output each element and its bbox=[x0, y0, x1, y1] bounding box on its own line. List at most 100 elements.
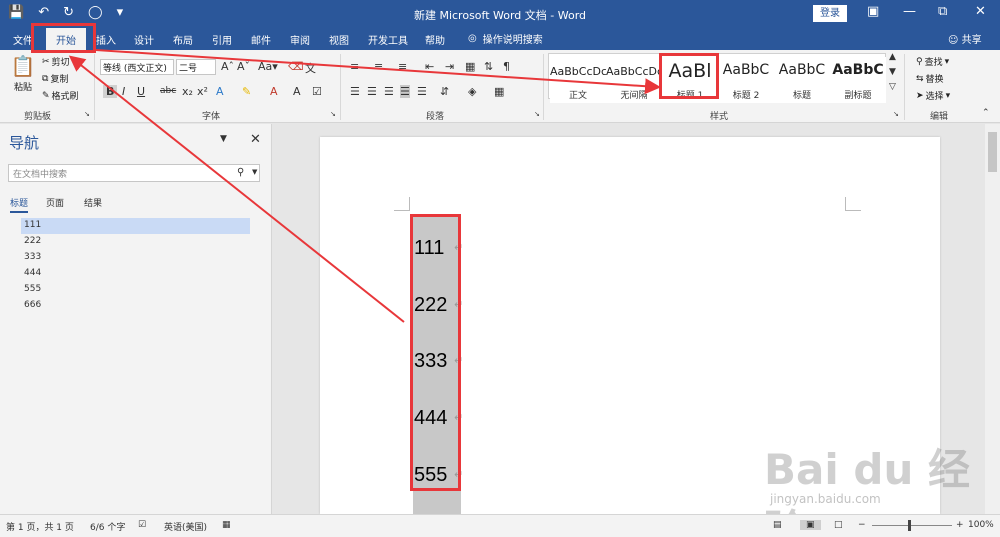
increase-indent-icon[interactable]: ⇥ bbox=[445, 60, 454, 73]
font-name-combo[interactable]: 等线 (西文正文) bbox=[100, 59, 174, 75]
zoom-slider-thumb[interactable] bbox=[908, 520, 911, 531]
grow-font-icon[interactable]: Aˆ bbox=[221, 60, 234, 73]
styles-more-icon[interactable]: ▽ bbox=[889, 82, 896, 92]
italic-icon[interactable]: I bbox=[122, 85, 125, 98]
char-shading-icon[interactable]: A bbox=[293, 85, 301, 98]
bold-icon[interactable]: B bbox=[103, 85, 118, 98]
cut-button[interactable]: ✂ 剪切 bbox=[42, 55, 70, 69]
style-name: 标题 bbox=[792, 91, 811, 101]
show-marks-icon[interactable]: ¶ bbox=[503, 60, 510, 73]
style-title[interactable]: AaBbC 标题 bbox=[774, 57, 830, 103]
sort-icon[interactable]: ⇅ bbox=[484, 60, 493, 73]
superscript-icon[interactable]: x² bbox=[197, 85, 208, 98]
line-spacing-icon[interactable]: ⇵ bbox=[440, 85, 449, 98]
distributed-icon[interactable]: ☰ bbox=[417, 85, 427, 98]
justify-icon[interactable]: ☰ bbox=[400, 85, 410, 98]
tab-view[interactable]: 视图 bbox=[329, 32, 349, 47]
minimize-icon[interactable]: — bbox=[903, 4, 916, 19]
align-right-icon[interactable]: ☰ bbox=[384, 85, 394, 98]
font-size-combo[interactable]: 二号 bbox=[176, 59, 216, 75]
tab-insert[interactable]: 插入 bbox=[96, 32, 116, 47]
nav-tab-results[interactable]: 结果 bbox=[84, 196, 102, 209]
nav-heading-item[interactable]: 555 bbox=[21, 282, 250, 298]
copy-button[interactable]: ⧉ 复制 bbox=[42, 72, 68, 86]
zoom-level[interactable]: 100% bbox=[968, 520, 994, 530]
zoom-slider[interactable] bbox=[872, 525, 952, 526]
restore-icon[interactable]: ⧉ bbox=[938, 4, 947, 19]
close-icon[interactable]: ✕ bbox=[250, 132, 261, 147]
scrollbar-thumb[interactable] bbox=[988, 132, 997, 172]
phonetic-guide-icon[interactable]: 文 bbox=[305, 60, 316, 76]
clear-format-icon[interactable]: ⌫ bbox=[288, 60, 304, 73]
page-count[interactable]: 第 1 页，共 1 页 bbox=[6, 520, 74, 533]
paste-button[interactable]: 📋 粘贴 bbox=[10, 54, 36, 93]
font-launcher-icon[interactable]: ↘ bbox=[330, 110, 336, 118]
tab-references[interactable]: 引用 bbox=[212, 32, 232, 47]
font-color-icon[interactable]: A bbox=[270, 85, 278, 98]
proofing-icon[interactable]: ☑ bbox=[138, 520, 146, 530]
nav-heading-item[interactable]: 222 bbox=[21, 234, 250, 250]
search-input[interactable]: 在文档中搜索 bbox=[8, 164, 260, 182]
nav-heading-item[interactable]: 666 bbox=[21, 298, 250, 314]
tab-mailings[interactable]: 邮件 bbox=[251, 32, 271, 47]
chevron-down-icon[interactable]: ▼ bbox=[252, 168, 257, 176]
clipboard-launcher-icon[interactable]: ↘ bbox=[84, 110, 90, 118]
read-mode-icon[interactable]: ▤ bbox=[773, 520, 782, 530]
change-case-icon[interactable]: Aa▾ bbox=[258, 60, 278, 73]
close-window-icon[interactable]: ✕ bbox=[975, 4, 986, 19]
numbering-icon[interactable]: ≡ bbox=[374, 60, 383, 73]
text-effects-icon[interactable]: A bbox=[216, 85, 224, 98]
select-button[interactable]: ➤ 选择 ▾ bbox=[916, 89, 950, 103]
tab-review[interactable]: 审阅 bbox=[290, 32, 310, 47]
align-left-icon[interactable]: ☰ bbox=[350, 85, 360, 98]
nav-tab-pages[interactable]: 页面 bbox=[46, 196, 64, 209]
style-heading-2[interactable]: AaBbC 标题 2 bbox=[718, 57, 774, 103]
ribbon-display-icon[interactable]: ▣ bbox=[867, 4, 879, 19]
chinese-layout-icon[interactable]: ▦ bbox=[465, 60, 475, 73]
styles-launcher-icon[interactable]: ↘ bbox=[893, 110, 899, 118]
underline-icon[interactable]: U bbox=[137, 85, 145, 98]
tab-help[interactable]: 帮助 bbox=[425, 32, 445, 47]
tab-design[interactable]: 设计 bbox=[134, 32, 154, 47]
align-center-icon[interactable]: ☰ bbox=[367, 85, 377, 98]
paragraph-launcher-icon[interactable]: ↘ bbox=[534, 110, 540, 118]
zoom-in-icon[interactable]: + bbox=[956, 520, 964, 530]
tab-layout[interactable]: 布局 bbox=[173, 32, 193, 47]
collapse-ribbon-icon[interactable]: ⌃ bbox=[982, 108, 990, 118]
login-button[interactable]: 登录 bbox=[813, 5, 847, 22]
styles-scroll-down-icon[interactable]: ▼ bbox=[889, 67, 896, 77]
nav-heading-item[interactable]: 333 bbox=[21, 250, 250, 266]
find-button[interactable]: ⚲ 查找 ▾ bbox=[916, 55, 949, 69]
highlight-icon[interactable]: ✎ bbox=[242, 85, 251, 98]
macro-icon[interactable]: ▦ bbox=[222, 520, 231, 530]
print-layout-icon[interactable]: ▣ bbox=[800, 520, 821, 530]
strikethrough-icon[interactable]: abc bbox=[160, 86, 176, 96]
tell-me-search[interactable]: ◎ 操作说明搜索 bbox=[468, 31, 543, 46]
format-painter-button[interactable]: ✎ 格式刷 bbox=[42, 89, 79, 103]
multilevel-list-icon[interactable]: ≡ bbox=[398, 60, 407, 73]
tab-developer[interactable]: 开发工具 bbox=[368, 32, 408, 47]
decrease-indent-icon[interactable]: ⇤ bbox=[425, 60, 434, 73]
search-icon[interactable]: ⚲ bbox=[237, 167, 244, 178]
web-layout-icon[interactable]: □ bbox=[834, 520, 843, 530]
borders-icon[interactable]: ▦ bbox=[494, 85, 504, 98]
zoom-out-icon[interactable]: − bbox=[858, 520, 866, 530]
styles-scroll-up-icon[interactable]: ▲ bbox=[889, 52, 896, 62]
shading-icon[interactable]: ◈ bbox=[468, 85, 476, 98]
nav-heading-item[interactable]: 111 bbox=[21, 218, 250, 234]
nav-options-icon[interactable]: ▼ bbox=[220, 134, 227, 144]
style-no-spacing[interactable]: AaBbCcDc 无间隔 bbox=[606, 57, 662, 103]
bullets-icon[interactable]: ≡ bbox=[350, 60, 359, 73]
replace-button[interactable]: ⇆ 替换 bbox=[916, 72, 944, 86]
tab-file[interactable]: 文件 bbox=[13, 32, 33, 47]
enclose-char-icon[interactable]: ☑ bbox=[312, 85, 322, 98]
language[interactable]: 英语(美国) bbox=[164, 520, 207, 533]
style-normal[interactable]: AaBbCcDc 正文 bbox=[550, 57, 606, 103]
share-button[interactable]: ☺ 共享 bbox=[948, 31, 982, 46]
shrink-font-icon[interactable]: Aˇ bbox=[237, 60, 250, 73]
nav-tab-headings[interactable]: 标题 bbox=[10, 196, 29, 213]
word-count[interactable]: 6/6 个字 bbox=[90, 520, 125, 533]
nav-heading-item[interactable]: 444 bbox=[21, 266, 250, 282]
subscript-icon[interactable]: x₂ bbox=[182, 85, 193, 98]
style-subtitle[interactable]: AaBbC 副标题 bbox=[830, 57, 886, 103]
